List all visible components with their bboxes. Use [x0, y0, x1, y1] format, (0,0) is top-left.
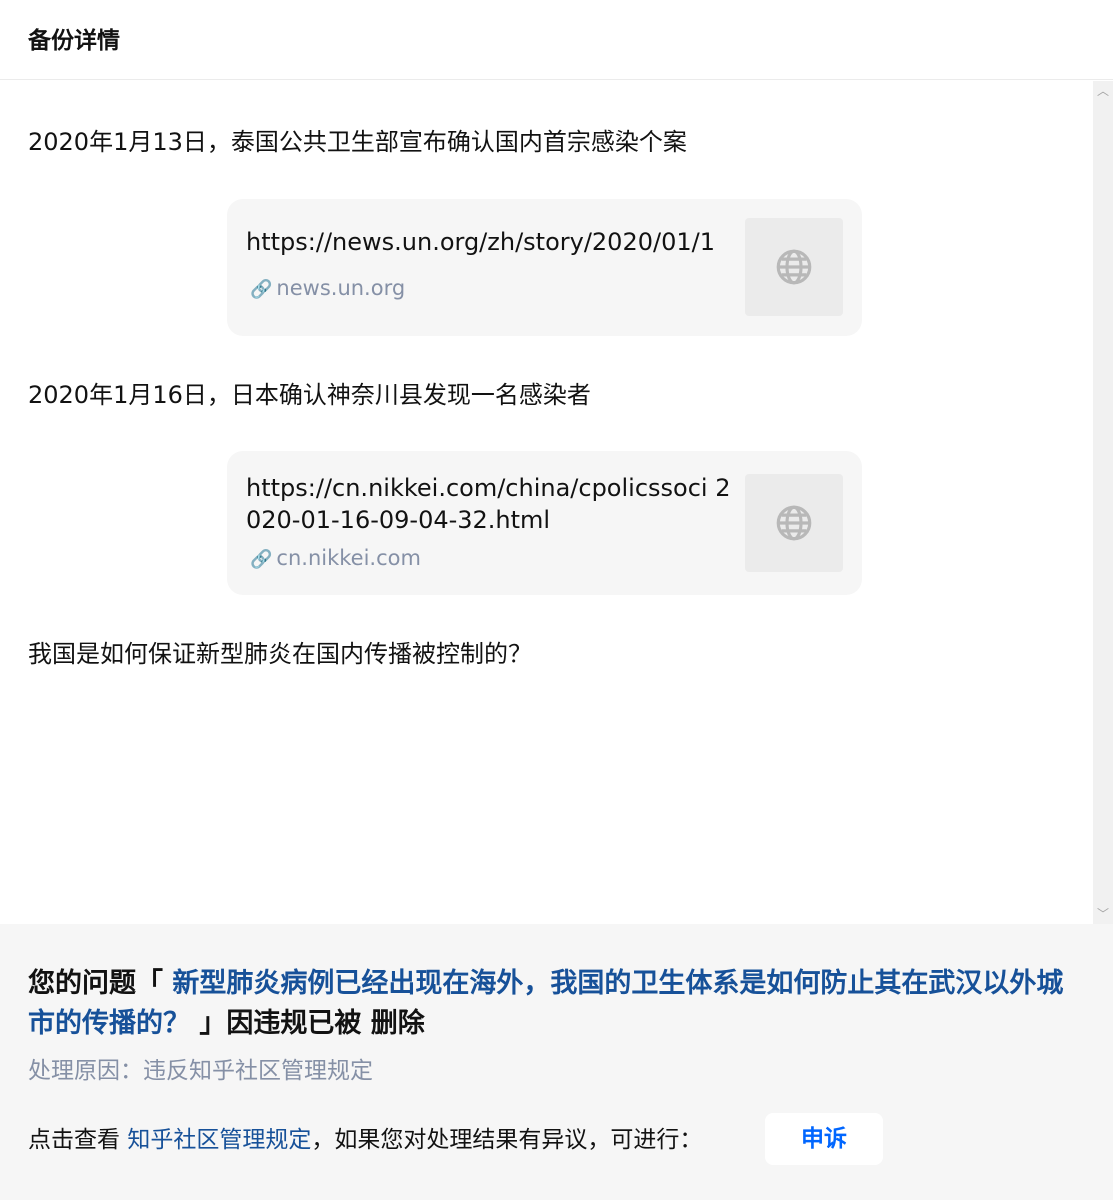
deletion-notice: 您的问题「 新型肺炎病例已经出现在海外，我国的卫生体系是如何防止其在武汉以外城市…: [28, 964, 1088, 1044]
link-card-title: https://cn.nikkei.com/china/cpolicssoci …: [246, 474, 731, 534]
link-card-nikkei[interactable]: https://cn.nikkei.com/china/cpolicssoci …: [227, 451, 862, 595]
content-scroll-area[interactable]: 2020年1月13日，泰国公共卫生部宣布确认国内首宗感染个案 https://n…: [0, 81, 1093, 924]
question-title-link[interactable]: 新型肺炎病例已经出现在海外，我国的卫生体系是如何防止其在武汉以外城市的传播的？: [28, 968, 1063, 1039]
hint-suffix: ，如果您对处理结果有异议，可进行：: [311, 1127, 703, 1153]
page-header: 备份详情: [0, 0, 1113, 80]
page-title: 备份详情: [28, 28, 120, 54]
paragraph-2: 2020年1月16日，日本确认神奈川县发现一名感染者: [28, 381, 591, 409]
paragraph-1: 2020年1月13日，泰国公共卫生部宣布确认国内首宗感染个案: [28, 128, 687, 156]
link-icon: 🔗: [250, 549, 273, 570]
appeal-button[interactable]: 申诉: [765, 1113, 883, 1165]
paragraph-3: 我国是如何保证新型肺炎在国内传播被控制的？: [28, 640, 532, 668]
globe-icon: [745, 474, 843, 572]
globe-icon: [745, 218, 843, 316]
link-card-host: 🔗 news.un.org: [250, 274, 405, 304]
link-card-host: 🔗 cn.nikkei.com: [250, 544, 421, 574]
link-card-news-un[interactable]: https://news.un.org/zh/story/2020/01/1 🔗…: [227, 199, 862, 336]
vertical-scrollbar[interactable]: ︿ ﹀: [1093, 81, 1113, 924]
notice-suffix: 」因违规已被 删除: [190, 1008, 425, 1039]
scroll-down-arrow-icon[interactable]: ﹀: [1093, 904, 1113, 924]
deletion-reason: 处理原因：违反知乎社区管理规定: [28, 1058, 373, 1084]
link-card-host-text: news.un.org: [276, 276, 406, 300]
link-card-host-text: cn.nikkei.com: [276, 546, 421, 570]
community-rules-link[interactable]: 知乎社区管理规定: [127, 1127, 311, 1153]
link-card-title: https://news.un.org/zh/story/2020/01/1: [246, 228, 715, 256]
hint-prefix: 点击查看: [28, 1127, 128, 1153]
deletion-notice-panel: 您的问题「 新型肺炎病例已经出现在海外，我国的卫生体系是如何防止其在武汉以外城市…: [0, 924, 1113, 1200]
appeal-hint: 点击查看 知乎社区管理规定，如果您对处理结果有异议，可进行：: [28, 1124, 702, 1156]
notice-prefix: 您的问题「: [28, 968, 173, 999]
link-icon: 🔗: [250, 279, 273, 300]
scroll-up-arrow-icon[interactable]: ︿: [1093, 81, 1113, 101]
